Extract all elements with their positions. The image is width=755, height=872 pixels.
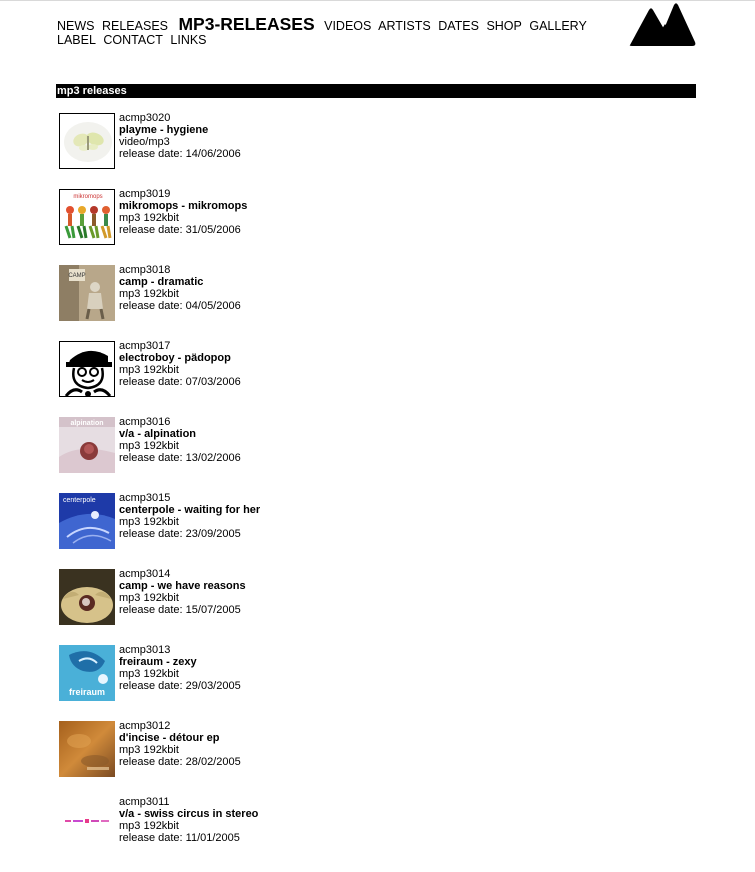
cover-thumbnail[interactable]: [59, 721, 115, 777]
release-title-link[interactable]: v/a - alpination: [119, 428, 241, 440]
release-info: acmp3016 v/a - alpination mp3 192kbit re…: [119, 416, 241, 464]
nav-shop[interactable]: SHOP: [486, 19, 521, 33]
release-info: acmp3011 v/a - swiss circus in stereo mp…: [119, 796, 258, 844]
main-navigation: NEWS RELEASES MP3-RELEASES VIDEOS ARTIST…: [57, 14, 617, 47]
release-item: freiraum acmp3013 freiraum - zexy mp3 19…: [59, 644, 699, 720]
release-info: acmp3020 playme - hygiene video/mp3 rele…: [119, 112, 241, 160]
catalog-number: acmp3019: [119, 188, 171, 200]
catalog-number: acmp3014: [119, 568, 171, 580]
cover-thumbnail[interactable]: alpination: [59, 417, 115, 473]
release-info: acmp3019 mikromops - mikromops mp3 192kb…: [119, 188, 247, 236]
release-date: release date: 11/01/2005: [119, 832, 240, 844]
release-title-link[interactable]: d'incise - détour ep: [119, 732, 241, 744]
release-title-link[interactable]: v/a - swiss circus in stereo: [119, 808, 258, 820]
cover-thumbnail[interactable]: centerpole: [59, 493, 115, 549]
catalog-number: acmp3017: [119, 340, 171, 352]
release-format: mp3 192kbit: [119, 364, 179, 376]
nav-videos[interactable]: VIDEOS: [324, 19, 371, 33]
release-title-link[interactable]: electroboy - pädopop: [119, 352, 241, 364]
nav-gallery[interactable]: GALLERY: [529, 19, 586, 33]
release-title-link[interactable]: centerpole - waiting for her: [119, 504, 260, 516]
cover-text: mikromops: [73, 194, 102, 200]
nav-dates[interactable]: DATES: [438, 19, 479, 33]
nav-contact[interactable]: CONTACT: [103, 33, 163, 47]
release-list: acmp3020 playme - hygiene video/mp3 rele…: [59, 112, 699, 872]
nav-mp3-releases[interactable]: MP3-RELEASES: [178, 14, 314, 34]
release-date: release date: 23/09/2005: [119, 528, 241, 540]
catalog-number: acmp3013: [119, 644, 171, 656]
release-date: release date: 14/06/2006: [119, 148, 241, 160]
release-format: mp3 192kbit: [119, 668, 179, 680]
release-format: mp3 192kbit: [119, 516, 179, 528]
cover-text: freiraum: [69, 687, 105, 697]
release-title-link[interactable]: camp - we have reasons: [119, 580, 246, 592]
release-info: acmp3015 centerpole - waiting for her mp…: [119, 492, 260, 540]
release-date: release date: 31/05/2006: [119, 224, 241, 236]
nav-links[interactable]: LINKS: [170, 33, 206, 47]
cover-thumbnail[interactable]: [59, 113, 115, 169]
release-item: alpination acmp3016 v/a - alpination mp3…: [59, 416, 699, 492]
release-format: video/mp3: [119, 136, 170, 148]
catalog-number: acmp3015: [119, 492, 171, 504]
nav-news[interactable]: NEWS: [57, 19, 95, 33]
release-date: release date: 07/03/2006: [119, 376, 241, 388]
section-title-bar: mp3 releases: [56, 84, 696, 98]
cover-thumbnail[interactable]: CAMP: [59, 265, 115, 321]
release-title-link[interactable]: mikromops - mikromops: [119, 200, 247, 212]
catalog-number: acmp3016: [119, 416, 171, 428]
nav-label[interactable]: LABEL: [57, 33, 96, 47]
top-divider: [0, 0, 755, 1]
release-item: acmp3017 electroboy - pädopop mp3 192kbi…: [59, 340, 699, 416]
release-date: release date: 04/05/2006: [119, 300, 241, 312]
cover-text: centerpole: [63, 497, 96, 504]
release-item: acmp3020 playme - hygiene video/mp3 rele…: [59, 112, 699, 188]
release-item: acmp3012 d'incise - détour ep mp3 192kbi…: [59, 720, 699, 796]
release-info: acmp3014 camp - we have reasons mp3 192k…: [119, 568, 246, 616]
cover-thumbnail[interactable]: mikromops: [59, 189, 115, 245]
release-item: acmp3014 camp - we have reasons mp3 192k…: [59, 568, 699, 644]
release-item: centerpole acmp3015 centerpole - waiting…: [59, 492, 699, 568]
release-info: acmp3012 d'incise - détour ep mp3 192kbi…: [119, 720, 241, 768]
cover-thumbnail[interactable]: [59, 569, 115, 625]
mountain-logo-icon[interactable]: [628, 2, 696, 48]
release-format: mp3 192kbit: [119, 440, 179, 452]
cover-text: alpination: [70, 420, 103, 427]
nav-artists[interactable]: ARTISTS: [378, 19, 431, 33]
release-date: release date: 15/07/2005: [119, 604, 241, 616]
release-item: mikromops acmp3019 mikromops - mikromops…: [59, 188, 699, 264]
release-date: release date: 13/02/2006: [119, 452, 241, 464]
catalog-number: acmp3018: [119, 264, 171, 276]
release-item: CAMP acmp3018 camp - dramatic mp3 192kbi…: [59, 264, 699, 340]
release-info: acmp3018 camp - dramatic mp3 192kbit rel…: [119, 264, 241, 312]
release-format: mp3 192kbit: [119, 820, 179, 832]
release-info: acmp3013 freiraum - zexy mp3 192kbit rel…: [119, 644, 241, 692]
release-info: acmp3017 electroboy - pädopop mp3 192kbi…: [119, 340, 241, 388]
release-title-link[interactable]: playme - hygiene: [119, 124, 241, 136]
cover-thumbnail[interactable]: freiraum: [59, 645, 115, 701]
release-format: mp3 192kbit: [119, 744, 179, 756]
release-date: release date: 28/02/2005: [119, 756, 241, 768]
cover-thumbnail[interactable]: [59, 341, 115, 397]
catalog-number: acmp3011: [119, 796, 170, 808]
release-format: mp3 192kbit: [119, 288, 179, 300]
release-title-link[interactable]: camp - dramatic: [119, 276, 241, 288]
catalog-number: acmp3020: [119, 112, 171, 124]
cover-thumbnail[interactable]: [59, 797, 115, 853]
release-title-link[interactable]: freiraum - zexy: [119, 656, 241, 668]
cover-text: CAMP: [68, 273, 85, 279]
release-format: mp3 192kbit: [119, 212, 179, 224]
release-date: release date: 29/03/2005: [119, 680, 241, 692]
release-item: acmp3011 v/a - swiss circus in stereo mp…: [59, 796, 699, 872]
nav-releases[interactable]: RELEASES: [102, 19, 168, 33]
catalog-number: acmp3012: [119, 720, 171, 732]
release-format: mp3 192kbit: [119, 592, 179, 604]
